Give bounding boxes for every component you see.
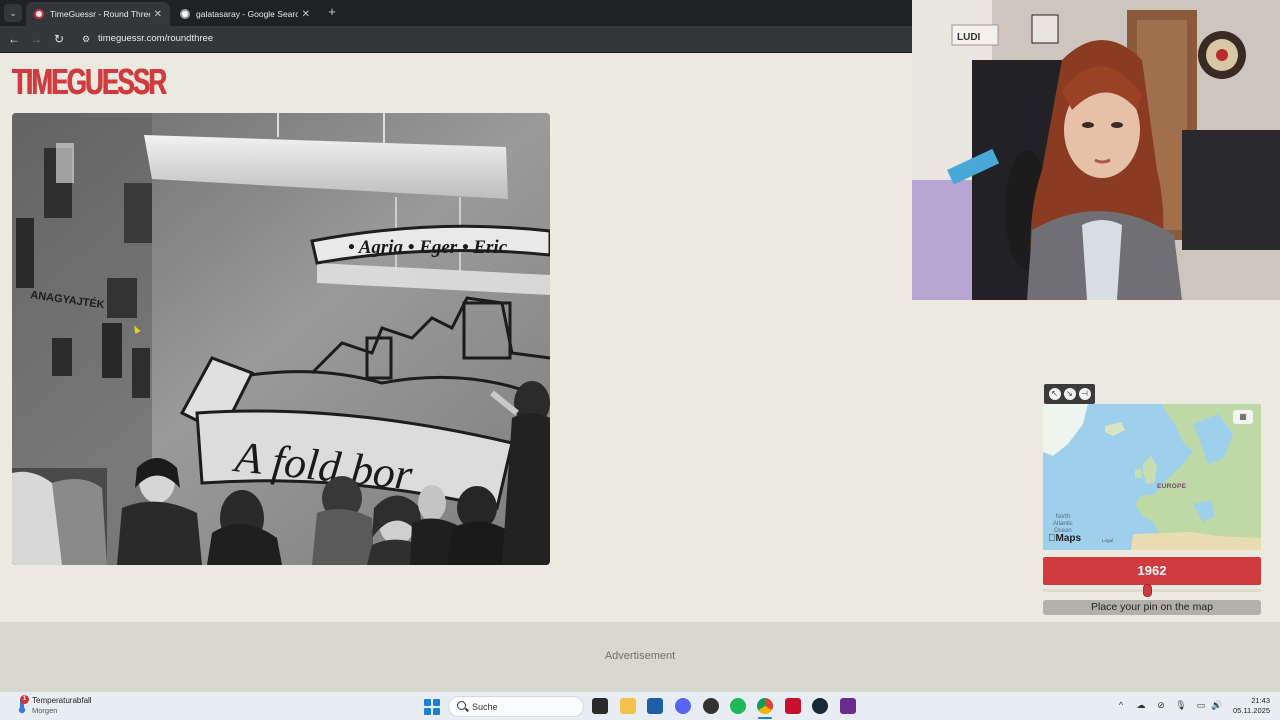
round-photo: ANAGYAJTÉK • Agria • Eger • Eric A fold … [12, 113, 550, 565]
tab-title: TimeGuessr - Round Three [50, 9, 150, 19]
reload-icon[interactable]: ↻ [51, 31, 67, 47]
maps-app-icon[interactable] [840, 698, 856, 714]
network-icon[interactable]: ▭ [1194, 700, 1208, 711]
year-guess-display: 1962 [1043, 557, 1261, 585]
steam-icon[interactable] [812, 698, 828, 714]
map-layers-icon[interactable]: ▦ [1233, 410, 1253, 424]
tab-close-icon[interactable]: ✕ [302, 9, 310, 20]
streamer-webcam: LUDI [912, 0, 1280, 300]
tray-app-icon[interactable]: ⊘ [1154, 700, 1168, 711]
taskbar-search-placeholder: Suche [472, 702, 498, 712]
task-view-icon[interactable] [592, 698, 608, 714]
timeguessr-favicon-icon [34, 9, 44, 19]
expand-map-icon[interactable]: ↘ [1063, 388, 1076, 400]
apple-maps-logo: Maps [1048, 533, 1081, 544]
obs-icon[interactable] [703, 698, 719, 714]
timeguessr-logo[interactable]: TIMEGUESSR [12, 62, 167, 102]
webcam-image: LUDI [912, 0, 1280, 300]
weather-widget-title[interactable]: Temperaturabfall [32, 696, 92, 705]
tab-search-menu-icon[interactable]: ⌄ [4, 4, 22, 22]
photo-banner-text: • Agria • Eger • Eric [348, 237, 508, 258]
back-arrow-icon[interactable]: ← [6, 31, 22, 47]
map-legal-link[interactable]: Legal [1102, 538, 1113, 543]
year-slider-thumb[interactable] [1143, 584, 1153, 597]
weather-widget-subtitle[interactable]: Morgen [32, 706, 57, 715]
taskbar-clock-date[interactable]: 05.11.2025 [1232, 706, 1270, 715]
tab-google-search[interactable]: galatasaray - Google Search ✕ [172, 2, 318, 26]
taskbar-search[interactable]: Suche [448, 696, 584, 717]
shrink-map-icon[interactable]: ↖ [1048, 388, 1061, 400]
streaming-app-icon[interactable] [785, 698, 801, 714]
guess-map[interactable]: North Atlantic Ocean EUROPE ▦ Maps Lega… [1043, 404, 1261, 550]
chrome-active-indicator [758, 717, 772, 719]
region-label: EUROPE [1157, 483, 1187, 490]
map-size-controls: ↖ ↘ ⊣ [1044, 384, 1095, 404]
tray-overflow-icon[interactable]: ^ [1114, 700, 1128, 710]
taskbar-clock-time[interactable]: 21:43 [1242, 696, 1270, 705]
tab-title: galatasaray - Google Search [196, 9, 298, 19]
search-icon [457, 701, 466, 710]
microphone-icon[interactable]: 🎙 [1174, 700, 1188, 711]
tab-close-icon[interactable]: ✕ [154, 9, 162, 20]
advertisement-label: Advertisement [604, 650, 676, 662]
google-favicon-icon [180, 9, 190, 19]
store-icon[interactable] [647, 698, 663, 714]
volume-icon[interactable]: 🔊 [1210, 700, 1224, 711]
onedrive-sync-icon[interactable]: ☁ [1134, 700, 1148, 711]
weather-alert-badge: 1 [20, 695, 29, 704]
discord-icon[interactable] [675, 698, 691, 714]
map-land-drawing [1043, 404, 1261, 550]
pin-map-icon[interactable]: ⊣ [1078, 388, 1091, 400]
webcam-sign-text: LUDI [957, 32, 981, 43]
address-bar[interactable]: timeguessr.com/roundthree [98, 33, 213, 44]
spotify-icon[interactable] [730, 698, 746, 714]
tab-timeguessr[interactable]: TimeGuessr - Round Three ✕ [26, 2, 170, 26]
windows-taskbar: 1 Temperaturabfall Morgen Suche ^ ☁ ⊘ 🎙 … [0, 691, 1280, 720]
windows-start-icon[interactable] [424, 699, 440, 715]
forward-arrow-icon[interactable]: → [28, 31, 44, 47]
chrome-icon[interactable] [757, 698, 773, 714]
place-pin-button[interactable]: Place your pin on the map [1043, 600, 1261, 615]
round-photo-image: ANAGYAJTÉK • Agria • Eger • Eric A fold … [12, 113, 550, 565]
ocean-label: North Atlantic Ocean [1053, 514, 1073, 534]
new-tab-button[interactable]: + [324, 4, 340, 20]
file-explorer-icon[interactable] [620, 698, 636, 714]
site-info-icon[interactable]: ⚙ [79, 32, 93, 46]
